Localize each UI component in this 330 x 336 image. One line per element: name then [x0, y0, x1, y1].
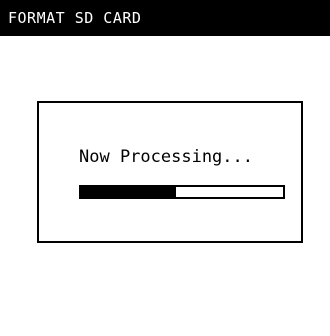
screen-title: FORMAT SD CARD: [0, 0, 330, 36]
processing-message: Now Processing...: [79, 147, 253, 167]
processing-dialog: Now Processing...: [37, 101, 303, 243]
format-sd-card-screen: FORMAT SD CARD Now Processing...: [0, 0, 330, 336]
progress-bar: [79, 185, 285, 199]
progress-bar-fill: [81, 187, 176, 197]
